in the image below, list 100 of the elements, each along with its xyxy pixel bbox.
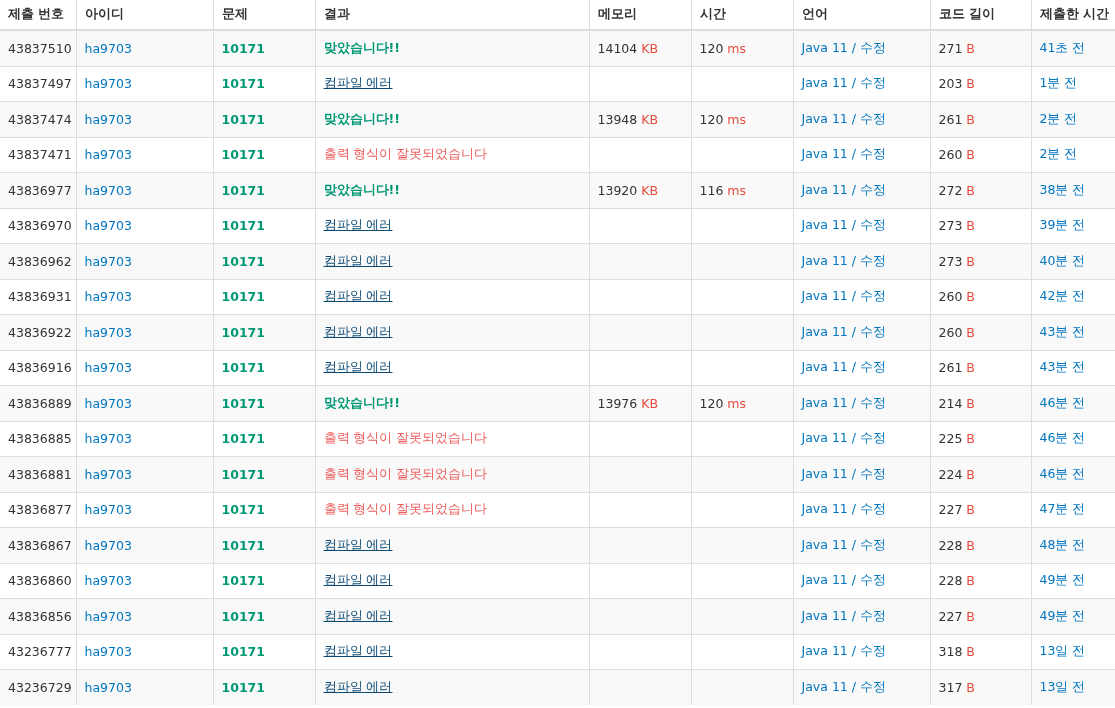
submitted-time-link[interactable]: 2분 전 [1039, 146, 1078, 162]
submitted-time-link[interactable]: 49분 전 [1039, 607, 1086, 623]
language-link[interactable]: Java 11 [801, 643, 848, 659]
submitted-time-link[interactable]: 1분 전 [1039, 75, 1078, 91]
edit-link[interactable]: 수정 [860, 181, 886, 197]
user-link[interactable]: ha9703 [84, 502, 132, 518]
problem-link[interactable]: 10171 [221, 111, 265, 127]
edit-link[interactable]: 수정 [860, 359, 886, 375]
submitted-time-link[interactable]: 47분 전 [1039, 501, 1086, 517]
edit-link[interactable]: 수정 [860, 39, 886, 55]
problem-link[interactable]: 10171 [221, 40, 265, 56]
edit-link[interactable]: 수정 [860, 572, 886, 588]
result-link[interactable]: 컴파일 에러 [323, 607, 393, 623]
problem-link[interactable]: 10171 [221, 573, 265, 589]
problem-link[interactable]: 10171 [221, 608, 265, 624]
submitted-time-link[interactable]: 2분 전 [1039, 110, 1078, 126]
user-link[interactable]: ha9703 [84, 644, 132, 660]
user-link[interactable]: ha9703 [84, 111, 132, 127]
edit-link[interactable]: 수정 [860, 146, 886, 162]
problem-link[interactable]: 10171 [221, 679, 265, 695]
user-link[interactable]: ha9703 [84, 253, 132, 269]
problem-link[interactable]: 10171 [221, 537, 265, 553]
submitted-time-link[interactable]: 40분 전 [1039, 252, 1086, 268]
user-link[interactable]: ha9703 [84, 324, 132, 340]
edit-link[interactable]: 수정 [860, 110, 886, 126]
edit-link[interactable]: 수정 [860, 536, 886, 552]
language-link[interactable]: Java 11 [801, 252, 848, 268]
user-link[interactable]: ha9703 [84, 395, 132, 411]
submitted-time-link[interactable]: 38분 전 [1039, 181, 1086, 197]
user-link[interactable]: ha9703 [84, 431, 132, 447]
problem-link[interactable]: 10171 [221, 502, 265, 518]
submitted-time-link[interactable]: 46분 전 [1039, 394, 1086, 410]
edit-link[interactable]: 수정 [860, 607, 886, 623]
result-link[interactable]: 컴파일 에러 [323, 678, 393, 694]
language-link[interactable]: Java 11 [801, 217, 848, 233]
language-link[interactable]: Java 11 [801, 323, 848, 339]
language-link[interactable]: Java 11 [801, 288, 848, 304]
result-link[interactable]: 컴파일 에러 [323, 288, 393, 304]
submitted-time-link[interactable]: 43분 전 [1039, 359, 1086, 375]
result-link[interactable]: 컴파일 에러 [323, 217, 393, 233]
problem-link[interactable]: 10171 [221, 644, 265, 660]
result-link[interactable]: 컴파일 에러 [323, 75, 393, 91]
submitted-time-link[interactable]: 49분 전 [1039, 572, 1086, 588]
language-link[interactable]: Java 11 [801, 110, 848, 126]
edit-link[interactable]: 수정 [860, 217, 886, 233]
language-link[interactable]: Java 11 [801, 678, 848, 694]
problem-link[interactable]: 10171 [221, 147, 265, 163]
submitted-time-link[interactable]: 13일 전 [1039, 678, 1086, 694]
user-link[interactable]: ha9703 [84, 608, 132, 624]
problem-link[interactable]: 10171 [221, 289, 265, 305]
user-link[interactable]: ha9703 [84, 218, 132, 234]
problem-link[interactable]: 10171 [221, 395, 265, 411]
submitted-time-link[interactable]: 13일 전 [1039, 643, 1086, 659]
edit-link[interactable]: 수정 [860, 323, 886, 339]
problem-link[interactable]: 10171 [221, 431, 265, 447]
edit-link[interactable]: 수정 [860, 252, 886, 268]
edit-link[interactable]: 수정 [860, 501, 886, 517]
result-link[interactable]: 컴파일 에러 [323, 252, 393, 268]
user-link[interactable]: ha9703 [84, 537, 132, 553]
language-link[interactable]: Java 11 [801, 501, 848, 517]
language-link[interactable]: Java 11 [801, 536, 848, 552]
edit-link[interactable]: 수정 [860, 465, 886, 481]
problem-link[interactable]: 10171 [221, 253, 265, 269]
language-link[interactable]: Java 11 [801, 75, 848, 91]
language-link[interactable]: Java 11 [801, 181, 848, 197]
problem-link[interactable]: 10171 [221, 218, 265, 234]
result-link[interactable]: 컴파일 에러 [323, 643, 393, 659]
language-link[interactable]: Java 11 [801, 394, 848, 410]
user-link[interactable]: ha9703 [84, 466, 132, 482]
edit-link[interactable]: 수정 [860, 288, 886, 304]
language-link[interactable]: Java 11 [801, 39, 848, 55]
user-link[interactable]: ha9703 [84, 40, 132, 56]
user-link[interactable]: ha9703 [84, 147, 132, 163]
result-link[interactable]: 컴파일 에러 [323, 536, 393, 552]
user-link[interactable]: ha9703 [84, 76, 132, 92]
problem-link[interactable]: 10171 [221, 324, 265, 340]
problem-link[interactable]: 10171 [221, 466, 265, 482]
edit-link[interactable]: 수정 [860, 430, 886, 446]
submitted-time-link[interactable]: 46분 전 [1039, 430, 1086, 446]
language-link[interactable]: Java 11 [801, 430, 848, 446]
result-link[interactable]: 컴파일 에러 [323, 323, 393, 339]
language-link[interactable]: Java 11 [801, 607, 848, 623]
submitted-time-link[interactable]: 39분 전 [1039, 217, 1086, 233]
user-link[interactable]: ha9703 [84, 182, 132, 198]
language-link[interactable]: Java 11 [801, 146, 848, 162]
submitted-time-link[interactable]: 41초 전 [1039, 39, 1086, 55]
language-link[interactable]: Java 11 [801, 572, 848, 588]
problem-link[interactable]: 10171 [221, 360, 265, 376]
user-link[interactable]: ha9703 [84, 573, 132, 589]
problem-link[interactable]: 10171 [221, 76, 265, 92]
submitted-time-link[interactable]: 46분 전 [1039, 465, 1086, 481]
user-link[interactable]: ha9703 [84, 360, 132, 376]
result-link[interactable]: 컴파일 에러 [323, 572, 393, 588]
language-link[interactable]: Java 11 [801, 465, 848, 481]
result-link[interactable]: 컴파일 에러 [323, 359, 393, 375]
submitted-time-link[interactable]: 42분 전 [1039, 288, 1086, 304]
user-link[interactable]: ha9703 [84, 289, 132, 305]
edit-link[interactable]: 수정 [860, 678, 886, 694]
user-link[interactable]: ha9703 [84, 679, 132, 695]
edit-link[interactable]: 수정 [860, 394, 886, 410]
